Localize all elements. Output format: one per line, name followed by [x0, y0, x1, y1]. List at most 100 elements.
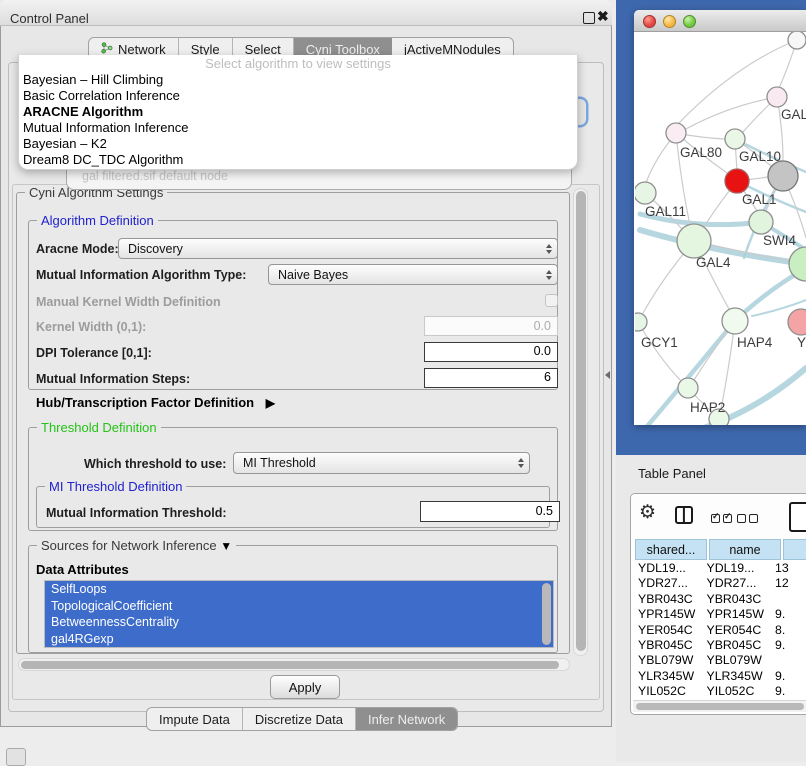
columns-icon[interactable]: [675, 506, 693, 524]
table-horizontal-scrollbar[interactable]: [633, 700, 806, 712]
bottom-tab-discretize-data[interactable]: Discretize Data: [243, 708, 356, 730]
node-label: Y: [797, 335, 806, 350]
network-node[interactable]: [725, 129, 745, 149]
column-header[interactable]: shared...: [635, 539, 707, 560]
float-panel-icon[interactable]: [583, 12, 595, 24]
network-node[interactable]: [666, 123, 686, 143]
network-window-titlebar[interactable]: [634, 10, 806, 32]
table-header-row: shared...name: [635, 539, 806, 560]
attribute-item[interactable]: gal4RGexp: [45, 631, 553, 648]
panel-title: Control Panel: [10, 11, 89, 26]
dropdown-item[interactable]: Basic Correlation Inference: [19, 88, 577, 104]
network-node[interactable]: [635, 182, 656, 204]
dropdown-item[interactable]: ARACNE Algorithm: [19, 104, 577, 120]
tab-label: Infer Network: [368, 712, 445, 727]
table-row[interactable]: YDL19...YDL19...13: [635, 561, 806, 576]
mi-threshold-field[interactable]: 0.5: [420, 501, 560, 522]
tab-label: Discretize Data: [255, 712, 343, 727]
table-cell: YBR043C: [635, 592, 704, 607]
cyni-bottom-tabs: Impute Data Discretize Data Infer Network: [146, 707, 458, 731]
dropdown-item[interactable]: Bayesian – Hill Climbing: [19, 72, 577, 88]
hub-definition-expander[interactable]: Hub/Transcription Factor Definition ▶: [36, 395, 275, 410]
network-node[interactable]: [768, 161, 798, 191]
dropdown-item[interactable]: Bayesian – K2: [19, 136, 577, 152]
export-table-icon[interactable]: [789, 502, 806, 532]
mi-type-combo[interactable]: Naive Bayes: [268, 264, 558, 285]
which-threshold-label: Which threshold to use:: [84, 457, 226, 471]
table-row[interactable]: YBL079WYBL079W: [635, 653, 806, 668]
table-row[interactable]: YPR145WYPR145W9.: [635, 607, 806, 622]
select-all-checks-icon[interactable]: [711, 510, 735, 528]
network-node[interactable]: [788, 309, 806, 335]
table-cell: YBR045C: [635, 638, 704, 653]
deselect-all-checks-icon[interactable]: [737, 510, 761, 528]
table-cell: [772, 653, 806, 668]
node-label: GAL1: [742, 192, 777, 207]
close-window-icon[interactable]: [643, 15, 656, 28]
column-header[interactable]: name: [709, 539, 781, 560]
network-edge[interactable]: [686, 97, 777, 129]
tab-label: Impute Data: [159, 712, 230, 727]
dropdown-item[interactable]: Dream8 DC_TDC Algorithm: [19, 152, 577, 168]
attribute-item[interactable]: SelfLoops: [45, 581, 553, 598]
node-label: GAL4: [696, 255, 731, 270]
bottom-tab-impute-data[interactable]: Impute Data: [147, 708, 243, 730]
network-canvas[interactable]: GALGAL80GAL10GAL1GAL11SWI4GAL4GCY1HAP4YH…: [635, 32, 806, 425]
gear-icon[interactable]: ⚙: [639, 503, 656, 522]
table-row[interactable]: YIL052CYIL052C9.: [635, 684, 806, 699]
table-row[interactable]: YER054CYER054C8.: [635, 623, 806, 638]
aracne-mode-combo[interactable]: Discovery: [118, 238, 558, 259]
table-cell: 9.: [772, 669, 806, 684]
minimized-panel-icon[interactable]: [6, 748, 26, 766]
splitpane-collapse-icon[interactable]: [605, 371, 610, 379]
node-label: GAL11: [645, 204, 686, 219]
zoom-window-icon[interactable]: [683, 15, 696, 28]
table-cell: YLR345W: [635, 669, 704, 684]
network-node[interactable]: [725, 169, 749, 193]
node-label: GCY1: [641, 335, 678, 350]
table-cell: YDL19...: [704, 561, 773, 576]
minimize-window-icon[interactable]: [663, 15, 676, 28]
network-node[interactable]: [767, 87, 787, 107]
settings-horizontal-scrollbar[interactable]: [18, 658, 570, 671]
attributes-scrollbar[interactable]: [542, 583, 551, 645]
apply-button[interactable]: Apply: [270, 675, 340, 699]
attribute-item[interactable]: TopologicalCoefficient: [45, 598, 553, 615]
dropdown-item[interactable]: Mutual Information Inference: [19, 120, 577, 136]
network-node[interactable]: [722, 308, 748, 334]
table-row[interactable]: YLR345WYLR345W9.: [635, 669, 806, 684]
network-node[interactable]: [788, 32, 806, 49]
table-row[interactable]: YBR045CYBR045C9.: [635, 638, 806, 653]
settings-vertical-scrollbar[interactable]: [573, 188, 588, 656]
manual-kernel-checkbox[interactable]: [545, 294, 558, 307]
control-panel-titlebar: [0, 0, 612, 26]
table-row[interactable]: YBR043CYBR043C: [635, 592, 806, 607]
network-node[interactable]: [678, 378, 698, 398]
attribute-item[interactable]: BetweennessCentrality: [45, 614, 553, 631]
node-label: HAP2: [690, 400, 725, 415]
kernel-width-field[interactable]: 0.0: [424, 316, 558, 336]
mi-type-label: Mutual Information Algorithm Type:: [36, 268, 246, 282]
mi-steps-field[interactable]: 6: [424, 368, 558, 388]
network-node[interactable]: [677, 224, 711, 258]
expander-right-icon: ▶: [266, 396, 275, 410]
column-header[interactable]: [783, 539, 806, 560]
kernel-width-label: Kernel Width (0,1):: [36, 320, 146, 334]
bottom-tab-infer-network[interactable]: Infer Network: [356, 708, 457, 730]
mi-threshold-label: Mutual Information Threshold:: [46, 506, 227, 520]
mi-type-value: Naive Bayes: [269, 268, 541, 282]
which-threshold-combo[interactable]: MI Threshold: [233, 452, 530, 474]
network-selector-value: gal filtered.sif default node: [82, 169, 228, 183]
data-attributes-list[interactable]: SelfLoopsTopologicalCoefficientBetweenne…: [44, 580, 554, 648]
table-row[interactable]: YDR27...YDR27...12: [635, 576, 806, 591]
node-label: GAL80: [680, 145, 722, 160]
table-cell: YPR145W: [635, 607, 704, 622]
network-edge[interactable]: [638, 322, 681, 381]
dpi-tolerance-field[interactable]: 0.0: [424, 342, 558, 362]
table-cell: YBL079W: [704, 653, 773, 668]
close-panel-icon[interactable]: ✖: [597, 8, 609, 25]
network-node[interactable]: [749, 210, 773, 234]
table-cell: YBR045C: [704, 638, 773, 653]
sources-group-title[interactable]: Sources for Network Inference ▼: [37, 538, 236, 553]
network-node[interactable]: [635, 313, 647, 331]
